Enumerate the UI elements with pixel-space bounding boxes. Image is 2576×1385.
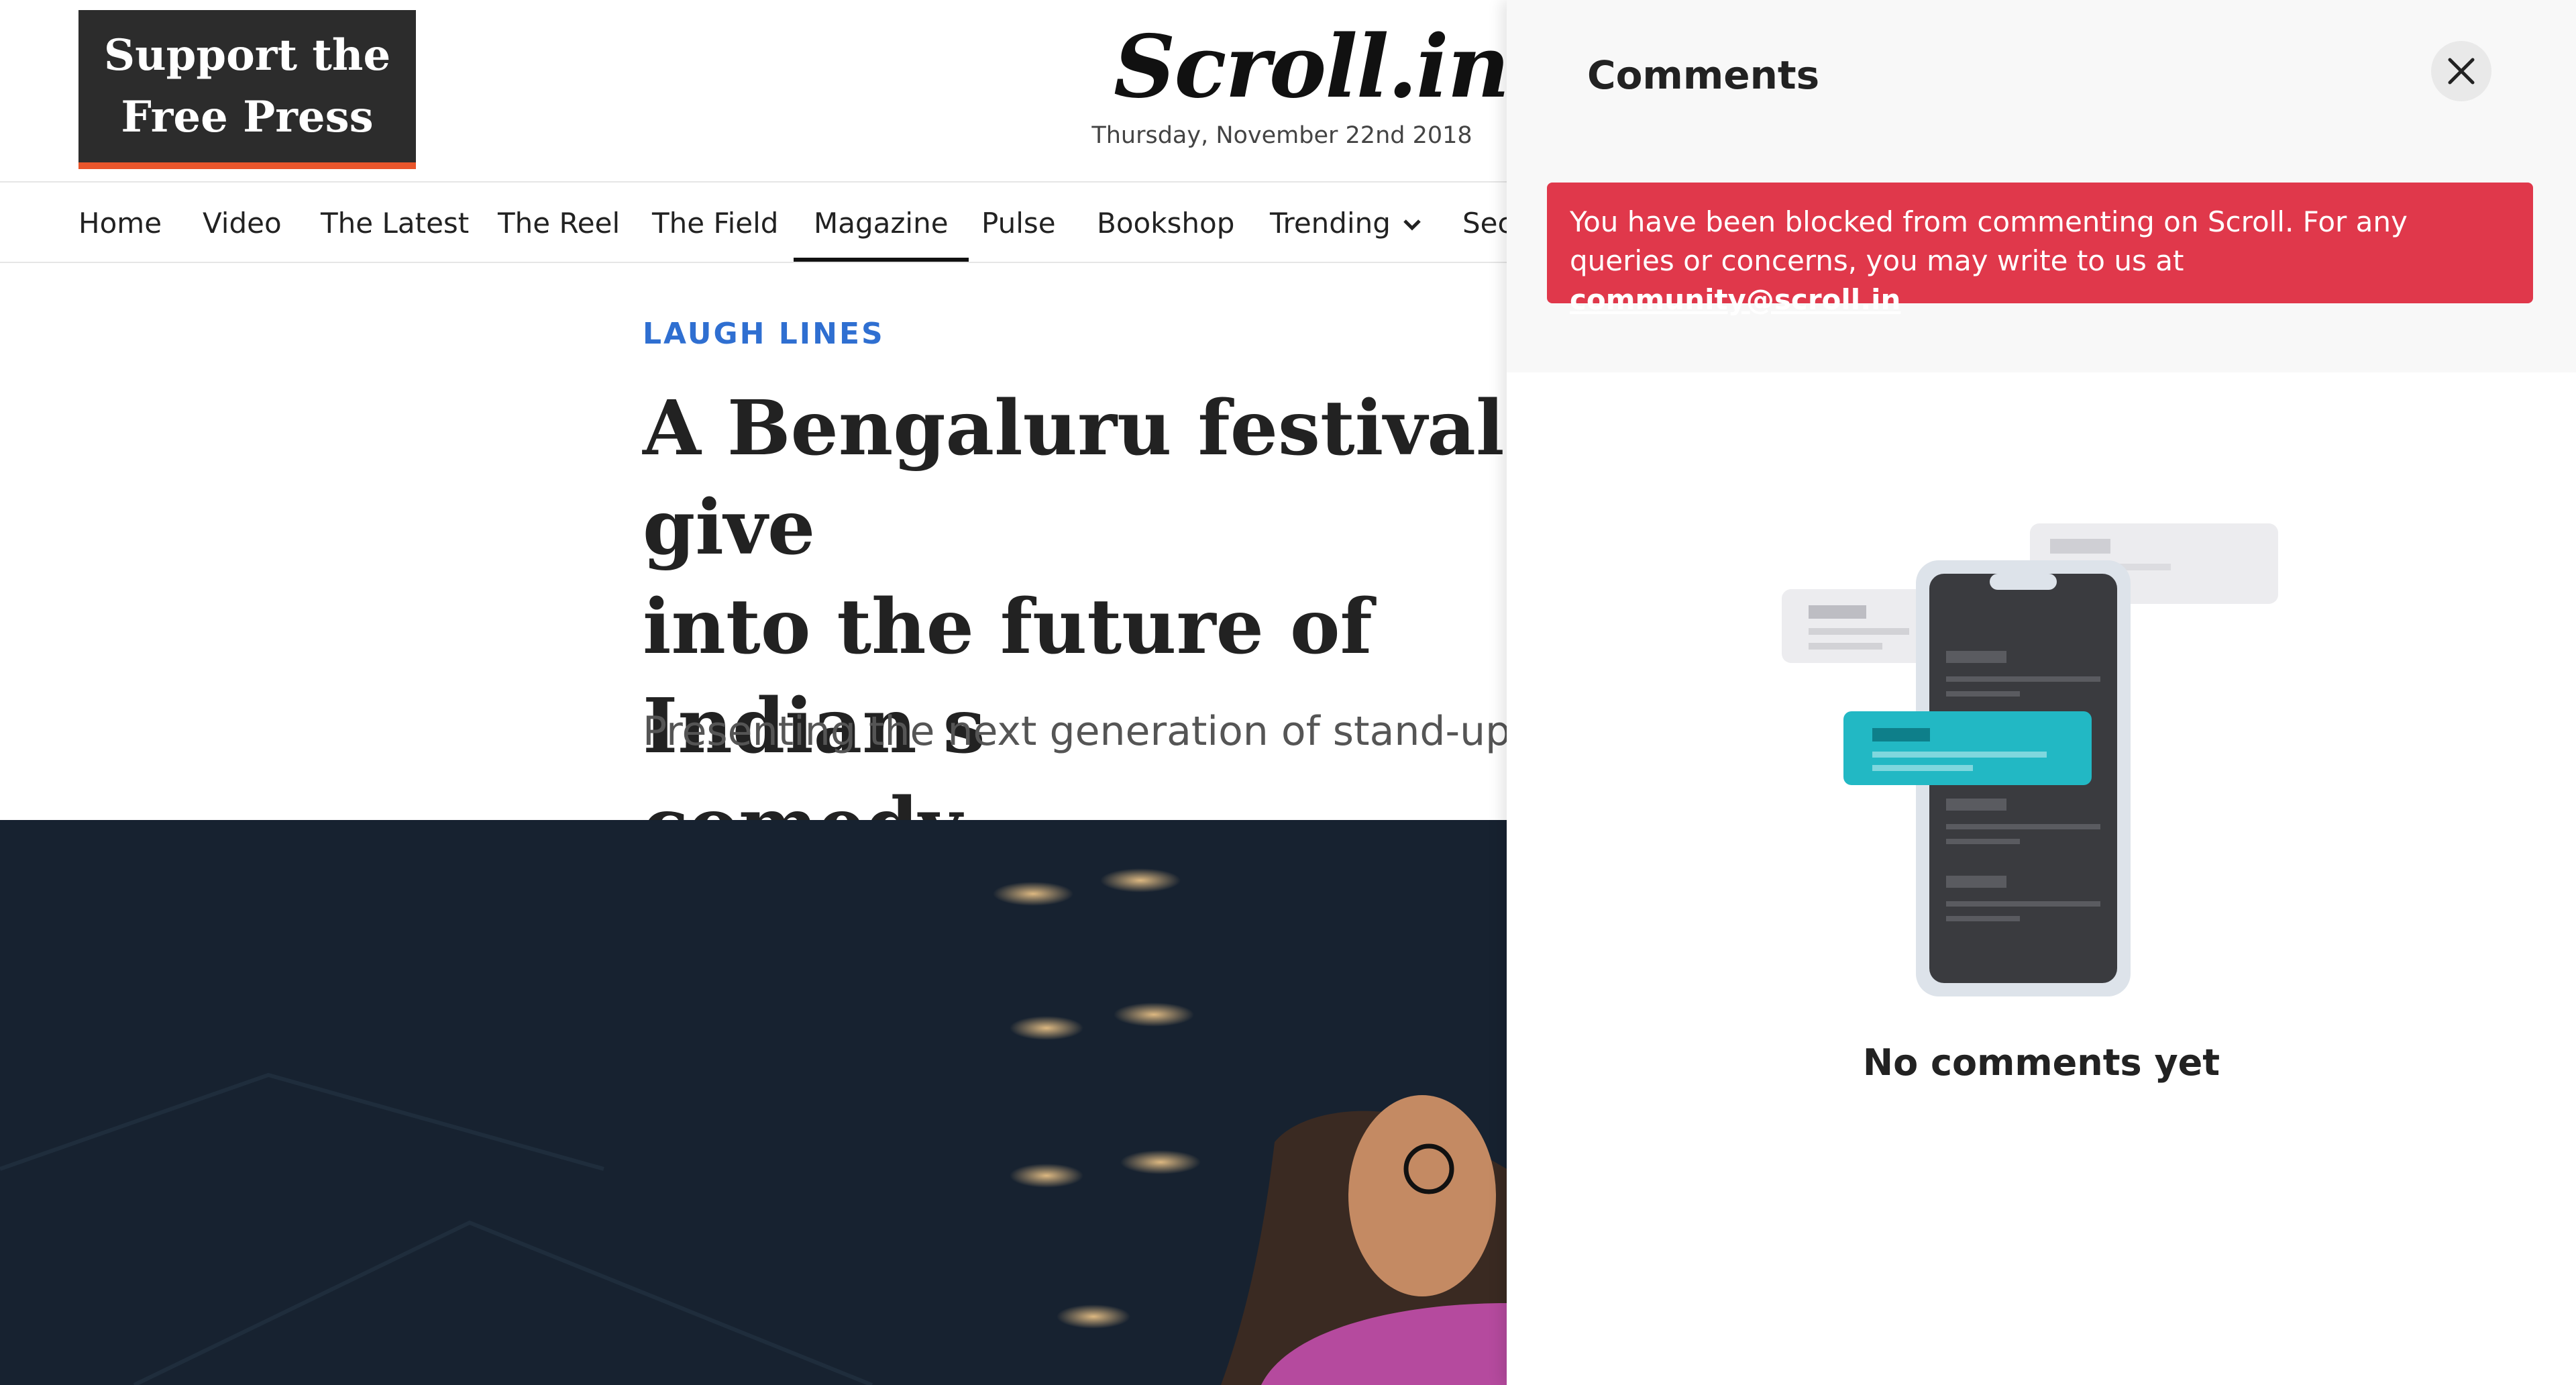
nav-item-video[interactable]: Video [203,183,282,262]
nav-item-home[interactable]: Home [78,183,162,262]
site-logo[interactable]: Scroll.in [1114,17,1510,117]
blocked-alert: You have been blocked from commenting on… [1547,183,2533,316]
support-label: Support the Free Press [103,30,391,142]
nav-item-pulse[interactable]: Pulse [981,183,1056,262]
chevron-down-icon [1403,183,1421,265]
nav-item-magazine[interactable]: Magazine [794,183,969,262]
no-comments-text: No comments yet [1862,1041,2220,1084]
comments-title: Comments [1587,52,1820,98]
article-dek: Presenting the next generation of stand-… [643,708,1585,755]
empty-comments-illustration [1782,510,2305,1009]
nav-item-the-latest[interactable]: The Latest [321,183,469,262]
close-comments-button[interactable] [2431,41,2491,101]
nav-item-trending-label: Trending [1270,207,1391,240]
nav-item-sections[interactable]: Sec [1462,183,1513,262]
community-email-link[interactable]: community@scroll.in [1570,283,1900,316]
blocked-message: You have been blocked from commenting on… [1570,205,2408,277]
close-icon [2448,58,2475,85]
nav-item-the-reel[interactable]: The Reel [498,183,620,262]
comments-drawer: Comments You have been blocked from comm… [1507,0,2576,1385]
article-kicker[interactable]: LAUGH LINES [643,317,885,351]
support-free-press-button[interactable]: Support the Free Press [78,10,416,169]
nav-item-bookshop[interactable]: Bookshop [1097,183,1234,262]
date-line: Thursday, November 22nd 2018 [1091,122,1472,149]
nav-item-trending[interactable]: Trending [1270,183,1421,262]
nav-item-the-field[interactable]: The Field [652,183,778,262]
article-headline: A Bengaluru festival give into the futur… [643,384,1505,870]
comments-header: Comments You have been blocked from comm… [1507,0,2576,372]
